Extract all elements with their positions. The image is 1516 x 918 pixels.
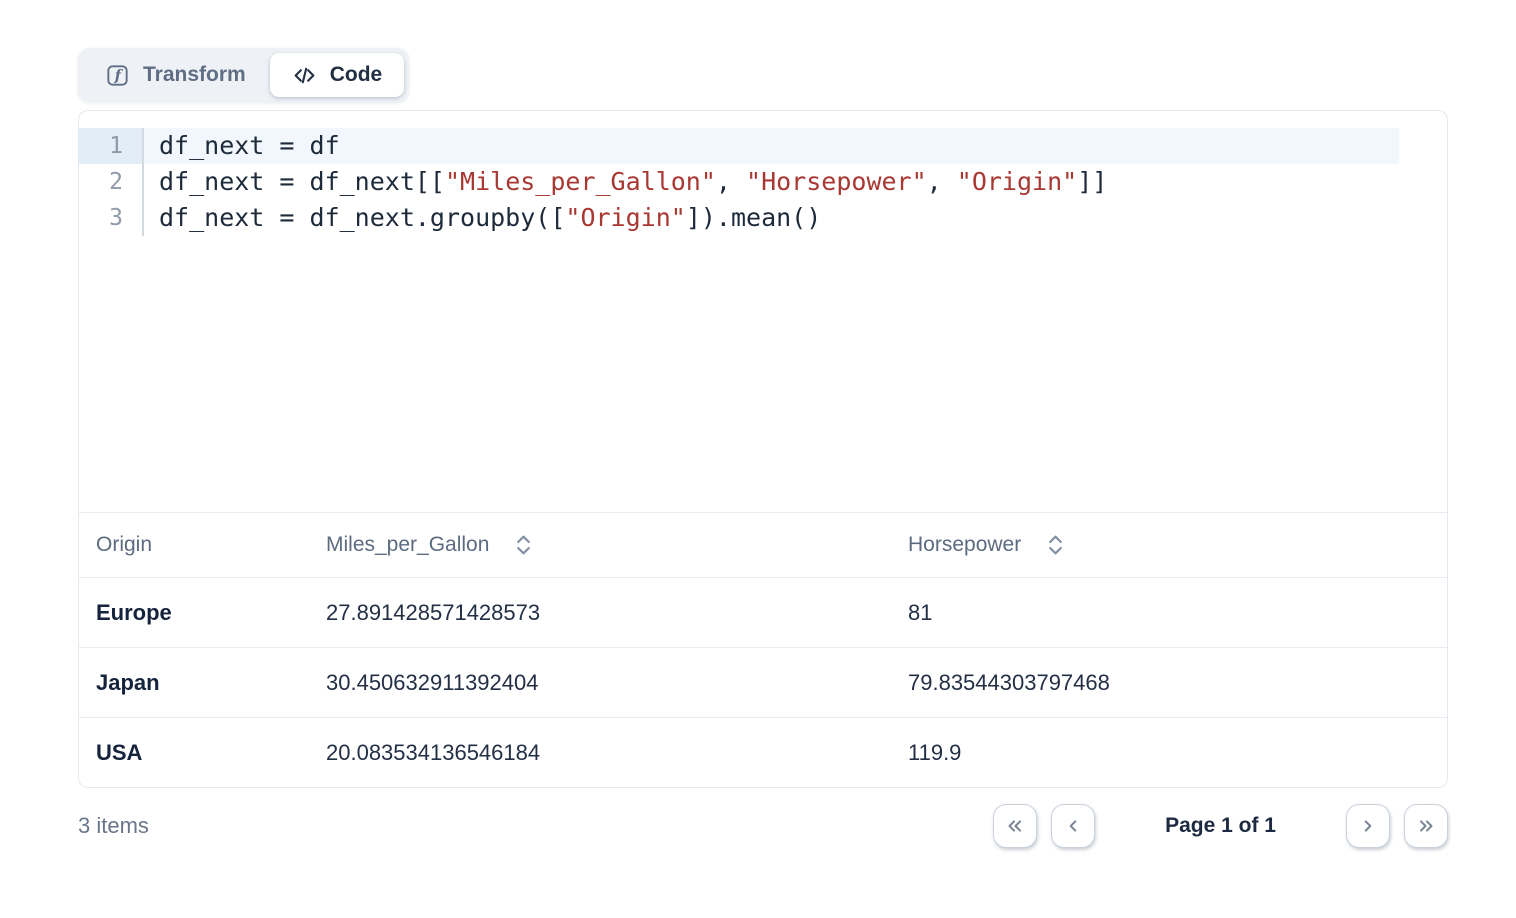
code-token: ,	[716, 167, 746, 196]
code-line-2-text[interactable]: df_next = df_next[["Miles_per_Gallon", "…	[144, 164, 1399, 200]
cell-horsepower: 119.9	[908, 740, 1447, 766]
column-header-horsepower: Horsepower	[908, 533, 1447, 557]
table-row: USA 20.083534136546184 119.9	[79, 717, 1447, 787]
table-row: Japan 30.450632911392404 79.835443037974…	[79, 647, 1447, 717]
column-header-label: Miles_per_Gallon	[326, 533, 489, 557]
table-header-row: Origin Miles_per_Gallon Horsepower	[79, 513, 1447, 577]
code-line-1-text[interactable]: df_next = df	[144, 128, 1399, 164]
page-indicator: Page 1 of 1	[1165, 814, 1276, 838]
code-token: df_next = df_next.groupby([	[159, 203, 565, 232]
string-token: "Origin"	[565, 203, 685, 232]
last-page-button[interactable]	[1404, 804, 1448, 848]
cell-miles-per-gallon: 30.450632911392404	[326, 670, 908, 696]
tab-transform-label: Transform	[143, 63, 246, 87]
code-token: ,	[927, 167, 957, 196]
cell-origin: Japan	[79, 670, 326, 696]
pagination: Page 1 of 1	[993, 804, 1448, 848]
tab-code[interactable]: Code	[270, 53, 405, 97]
code-token: df_next = df	[159, 131, 340, 160]
svg-text:f: f	[114, 67, 124, 84]
table-row: Europe 27.891428571428573 81	[79, 577, 1447, 647]
column-header-label: Origin	[96, 533, 152, 557]
first-page-button[interactable]	[993, 804, 1037, 848]
cell-miles-per-gallon: 27.891428571428573	[326, 600, 908, 626]
string-token: "Horsepower"	[746, 167, 927, 196]
chevron-right-icon	[1357, 815, 1379, 837]
code-token: df_next = df_next[[	[159, 167, 445, 196]
string-token: "Origin"	[957, 167, 1077, 196]
cell-horsepower: 81	[908, 600, 1447, 626]
cell-horsepower: 79.83544303797468	[908, 670, 1447, 696]
code-token: ]).mean()	[686, 203, 821, 232]
table-footer: 3 items Page 1 of 1	[78, 803, 1448, 849]
code-brackets-icon	[292, 63, 317, 88]
tab-code-label: Code	[330, 63, 383, 87]
code-line-3-text[interactable]: df_next = df_next.groupby(["Origin"]).me…	[144, 200, 1399, 236]
column-header-origin: Origin	[79, 533, 326, 557]
code-line-3[interactable]: 3 df_next = df_next.groupby(["Origin"]).…	[79, 200, 1447, 236]
code-line-2[interactable]: 2 df_next = df_next[["Miles_per_Gallon",…	[79, 164, 1447, 200]
line-number-1: 1	[79, 128, 144, 164]
tab-transform[interactable]: f Transform	[83, 53, 268, 97]
cell-origin: Europe	[79, 600, 326, 626]
column-header-label: Horsepower	[908, 533, 1021, 557]
previous-page-button[interactable]	[1051, 804, 1095, 848]
code-editor[interactable]: 1 df_next = df 2 df_next = df_next[["Mil…	[79, 111, 1447, 513]
column-header-miles-per-gallon: Miles_per_Gallon	[326, 533, 908, 557]
line-number-2: 2	[79, 164, 144, 200]
sort-up-down-icon[interactable]	[514, 533, 533, 557]
result-table: Origin Miles_per_Gallon Horsepower	[79, 513, 1447, 787]
function-icon: f	[105, 63, 130, 88]
view-toggle: f Transform Code	[78, 48, 409, 102]
main-panel: 1 df_next = df 2 df_next = df_next[["Mil…	[78, 110, 1448, 788]
string-token: "Miles_per_Gallon"	[445, 167, 716, 196]
cell-miles-per-gallon: 20.083534136546184	[326, 740, 908, 766]
code-line-1[interactable]: 1 df_next = df	[79, 128, 1447, 164]
line-number-3: 3	[79, 200, 144, 236]
sort-up-down-icon[interactable]	[1046, 533, 1065, 557]
double-chevron-right-icon	[1415, 815, 1437, 837]
chevron-left-icon	[1062, 815, 1084, 837]
double-chevron-left-icon	[1004, 815, 1026, 837]
cell-origin: USA	[79, 740, 326, 766]
items-count: 3 items	[78, 813, 149, 839]
next-page-button[interactable]	[1346, 804, 1390, 848]
code-token: ]]	[1077, 167, 1107, 196]
